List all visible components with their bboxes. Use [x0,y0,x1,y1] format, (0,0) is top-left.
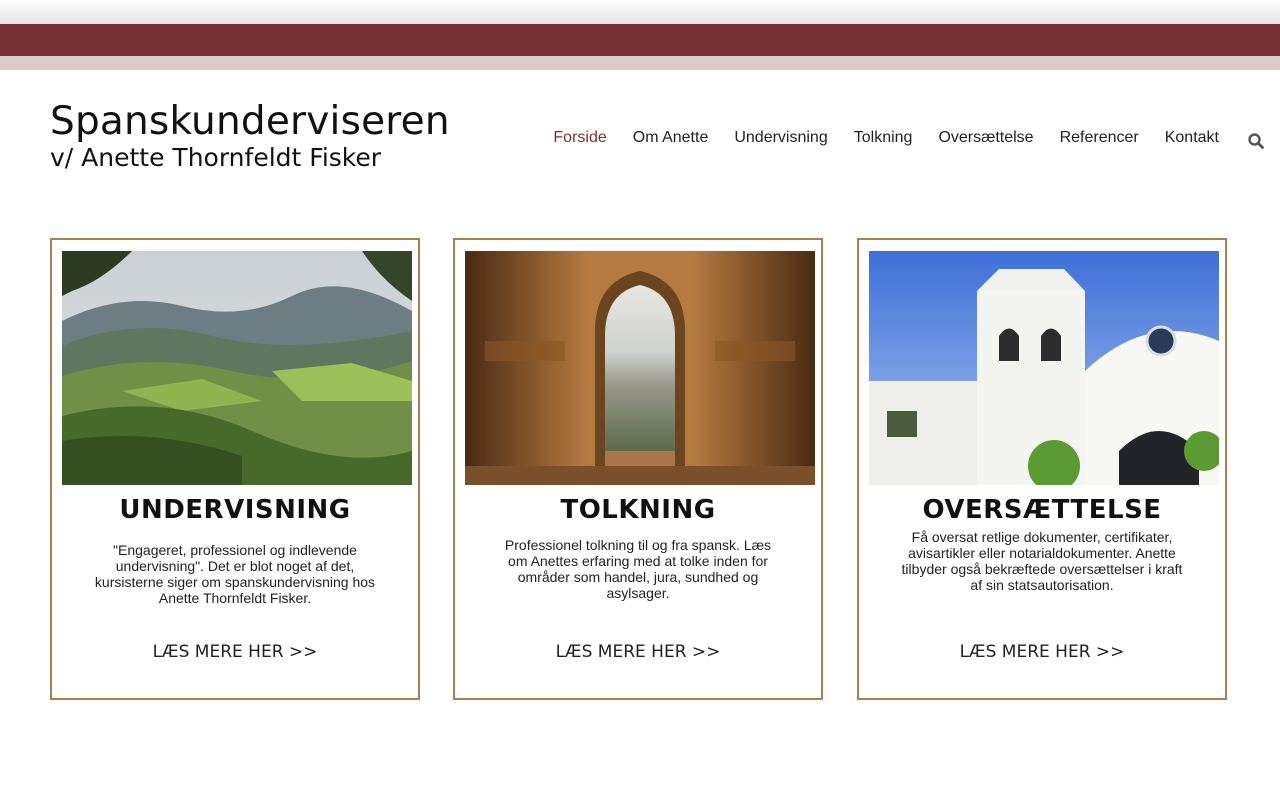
read-more-link[interactable]: LÆS MERE HER >> [52,642,418,662]
card-oversaettelse[interactable]: OVERSÆTTELSE Få oversat retlige dokument… [857,238,1227,700]
top-accent-bar [0,24,1280,56]
search-icon[interactable] [1247,132,1265,150]
read-more-link[interactable]: LÆS MERE HER >> [455,642,821,662]
site-subtitle: v/ Anette Thornfeldt Fisker [50,143,382,172]
mountain-landscape-image [62,251,412,485]
nav-item-referencer[interactable]: Referencer [1060,126,1139,150]
top-shadow [0,0,1280,24]
nav-item-forside[interactable]: Forside [553,126,606,150]
card-description: Professionel tolkning til og fra spansk.… [504,537,772,601]
card-description: Få oversat retlige dokumenter, certifika… [901,529,1183,593]
nav-item-kontakt[interactable]: Kontakt [1165,126,1219,150]
main-nav: Forside Om Anette Undervisning Tolkning … [527,126,1219,150]
nav-item-undervisning[interactable]: Undervisning [734,126,827,150]
card-heading: OVERSÆTTELSE [922,495,1162,525]
site-brand[interactable]: Spanskunderviseren v/ Anette Thornfeldt … [50,98,450,174]
white-church-image [869,251,1219,485]
nav-item-oversaettelse[interactable]: Oversættelse [938,126,1033,150]
card-description: "Engageret, professionel og indlevende u… [94,542,376,606]
site-title[interactable]: Spanskunderviseren [50,98,450,146]
nav-item-tolkning[interactable]: Tolkning [854,126,913,150]
top-band [0,56,1280,70]
card-undervisning[interactable]: UNDERVISNING "Engageret, professionel og… [50,238,420,700]
card-tolkning[interactable]: TOLKNING Professionel tolkning til og fr… [453,238,823,700]
card-heading: TOLKNING [560,495,716,525]
card-heading: UNDERVISNING [119,495,351,525]
moorish-arch-image [465,251,815,485]
read-more-link[interactable]: LÆS MERE HER >> [859,642,1225,662]
nav-item-om-anette[interactable]: Om Anette [633,126,709,150]
